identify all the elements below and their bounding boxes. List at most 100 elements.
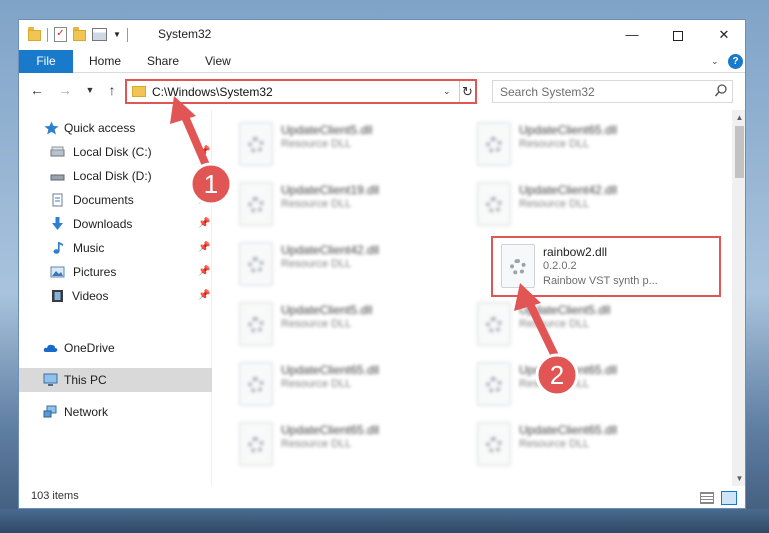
folder-icon [132, 86, 146, 97]
sidebar-item-local-disk-d[interactable]: Local Disk (D:) 📌 [19, 164, 212, 188]
file-tile[interactable]: UpdateClient42.dll Resource DLL [471, 178, 697, 232]
file-name: UpdateClient5.dll [519, 303, 611, 317]
search-icon[interactable] [714, 83, 728, 99]
file-tile[interactable]: UpdateClient42.dll Resource DLL [233, 238, 459, 292]
file-name: UpdateClient42.dll [519, 183, 618, 197]
large-icons-view-icon[interactable] [721, 491, 737, 505]
sidebar-item-network[interactable]: Network [19, 400, 212, 424]
sidebar-item-onedrive[interactable]: OneDrive [19, 336, 212, 360]
sidebar-item-documents[interactable]: Documents 📌 [19, 188, 212, 212]
file-type: Resource DLL [281, 138, 352, 150]
tab-view[interactable]: View [205, 50, 231, 73]
scrollbar-thumb[interactable] [735, 126, 744, 178]
maximize-button[interactable] [655, 20, 701, 50]
help-icon[interactable]: ? [728, 54, 743, 69]
file-type: Resource DLL [281, 378, 352, 390]
pin-icon[interactable]: 📌 [198, 260, 210, 284]
drive-icon [50, 174, 65, 181]
file-tile[interactable]: UpdateClient65.dll Resource DLL [471, 118, 697, 172]
pin-icon[interactable]: 📌 [198, 188, 210, 212]
star-icon [44, 121, 59, 135]
sidebar-item-label: OneDrive [64, 341, 115, 355]
file-name: UpdateClient5.dll [281, 123, 373, 137]
pin-icon[interactable]: 📌 [198, 212, 210, 236]
sidebar-item-label: This PC [64, 373, 107, 387]
dll-file-icon [477, 422, 511, 466]
file-type: Resource DLL [519, 318, 590, 330]
details-view-icon[interactable] [700, 492, 714, 504]
navigation-pane: Quick access Local Disk (C:) 📌 Local Dis… [19, 110, 212, 486]
new-folder-icon[interactable] [73, 27, 86, 41]
address-dropdown-icon[interactable]: ⌄ [443, 86, 451, 97]
scroll-up-arrow-icon[interactable]: ▲ [732, 110, 745, 125]
file-type: Resource DLL [281, 258, 352, 270]
file-tile[interactable]: UpdateClient5.dll Resource DLL [233, 298, 459, 352]
file-name: UpdateClient42.dll [281, 243, 380, 257]
sidebar-item-label: Music [73, 241, 105, 255]
pin-icon[interactable]: 📌 [198, 164, 210, 188]
vertical-scrollbar[interactable]: ▲ ▼ [732, 110, 745, 486]
tab-share[interactable]: Share [147, 50, 179, 73]
file-name: UpdateClient19.dll [281, 183, 380, 197]
file-tile[interactable]: UpdateClient5.dll Resource DLL [233, 118, 459, 172]
toolbar-divider [47, 27, 48, 42]
sidebar-item-label: Local Disk (C:) [73, 145, 152, 159]
file-tile[interactable]: UpdateClient65.dll Resource DLL [233, 418, 459, 472]
sidebar-item-label: Quick access [64, 121, 136, 135]
pin-icon[interactable]: 📌 [198, 236, 210, 260]
up-arrow-icon[interactable]: ↑ [103, 81, 121, 99]
file-list: UpdateClient5.dll Resource DLL UpdateCli… [213, 110, 732, 486]
dll-file-icon [239, 362, 273, 406]
file-type: Resource DLL [281, 318, 352, 330]
pin-icon[interactable]: 📌 [198, 284, 210, 308]
tab-home[interactable]: Home [89, 50, 121, 73]
close-button[interactable]: ✕ [701, 20, 745, 50]
tab-file[interactable]: File [19, 50, 73, 73]
window-title: System32 [158, 27, 212, 41]
sidebar-item-downloads[interactable]: Downloads 📌 [19, 212, 212, 236]
properties-icon[interactable] [92, 28, 107, 41]
sidebar-item-videos[interactable]: Videos 📌 [19, 284, 212, 308]
recent-locations-chevron-icon[interactable]: ▼ [81, 81, 99, 99]
sidebar-item-local-disk-c[interactable]: Local Disk (C:) 📌 [19, 140, 212, 164]
title-bar: ✓ ▼ System32 — ✕ [19, 20, 745, 50]
sidebar-item-quick-access[interactable]: Quick access [19, 116, 212, 140]
dll-file-icon [239, 122, 273, 166]
quick-access-toolbar: ✓ ▼ [28, 27, 128, 42]
sidebar-item-pictures[interactable]: Pictures 📌 [19, 260, 212, 284]
back-arrow-icon[interactable]: ← [28, 81, 46, 99]
cloud-icon [43, 344, 58, 352]
film-icon [52, 290, 63, 302]
file-tile[interactable]: UpdateClient5.dll Resource DLL [471, 298, 697, 352]
file-name: UpdateClient65.dll [519, 363, 618, 377]
properties-check-icon[interactable]: ✓ [54, 27, 67, 42]
download-arrow-icon [52, 217, 63, 230]
file-tile[interactable]: UpdateClient65.dll Resource DLL [233, 358, 459, 412]
scroll-down-arrow-icon[interactable]: ▼ [732, 471, 745, 486]
file-name: UpdateClient65.dll [281, 363, 380, 377]
search-placeholder: Search System32 [500, 85, 595, 99]
search-input[interactable]: Search System32 [492, 80, 733, 103]
pin-icon[interactable]: 📌 [198, 140, 210, 164]
monitor-icon [43, 373, 58, 386]
refresh-icon[interactable]: ↻ [459, 81, 475, 102]
file-tile[interactable]: UpdateClient65.dll Resource DLL [471, 358, 697, 412]
forward-arrow-icon[interactable]: → [56, 81, 74, 99]
dll-file-icon [477, 122, 511, 166]
address-path[interactable]: C:\Windows\System32 [152, 85, 273, 99]
sidebar-item-label: Downloads [73, 217, 133, 231]
expand-ribbon-chevron-icon[interactable]: ⌄ [711, 56, 719, 67]
file-type: Resource DLL [519, 378, 590, 390]
file-type: Resource DLL [519, 438, 590, 450]
customize-toolbar-dropdown-icon[interactable]: ▼ [113, 30, 121, 39]
dll-file-icon [239, 422, 273, 466]
dll-file-icon [239, 242, 273, 286]
minimize-button[interactable]: — [609, 20, 655, 50]
file-name: UpdateClient65.dll [519, 423, 618, 437]
sidebar-item-music[interactable]: Music 📌 [19, 236, 212, 260]
file-tile[interactable]: UpdateClient19.dll Resource DLL [233, 178, 459, 232]
desktop-background [0, 509, 769, 533]
address-bar[interactable]: C:\Windows\System32 ⌄ ↻ [125, 79, 477, 104]
file-tile[interactable]: UpdateClient65.dll Resource DLL [471, 418, 697, 472]
sidebar-item-this-pc[interactable]: This PC [19, 368, 212, 392]
